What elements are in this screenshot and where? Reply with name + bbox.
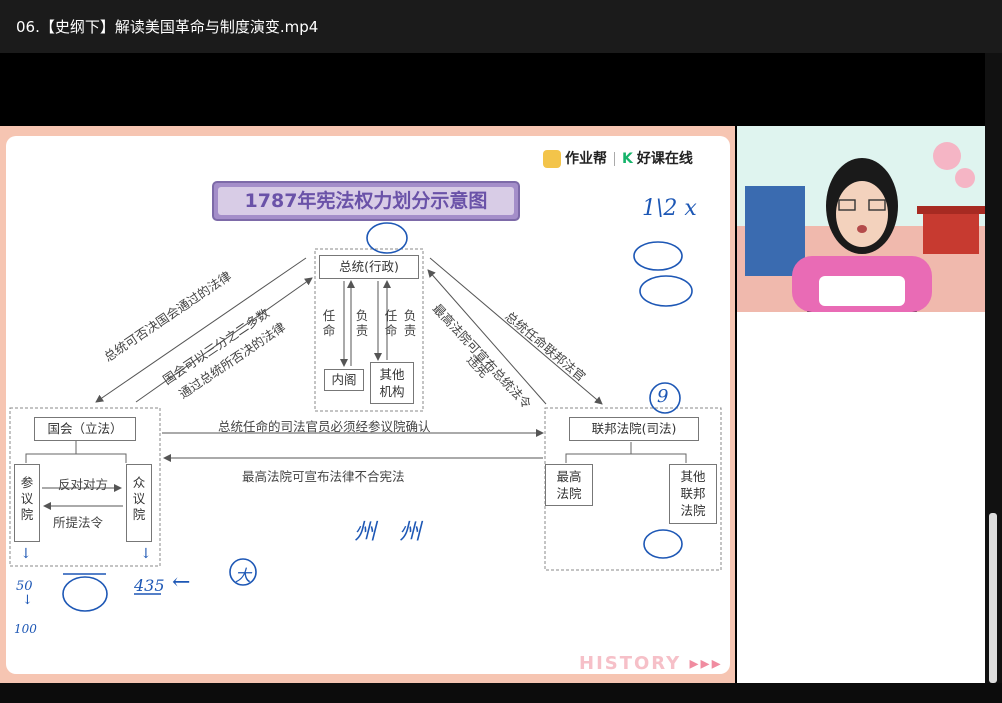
side-panel	[737, 312, 985, 683]
history-watermark-text: HISTORY	[579, 653, 682, 674]
slide-title-plate: 1787年宪法权力划分示意图	[212, 181, 520, 221]
presenter-camera	[737, 126, 985, 312]
video-frame[interactable]: 作业帮 K 好课在线 1787年宪法权力划分示意图 总统(行政) 任命 负责 任命 …	[0, 126, 735, 683]
handwritten-arrow-2: ↓	[140, 546, 152, 562]
handwritten-435: 435	[134, 576, 165, 595]
presenter-illustration	[737, 126, 985, 312]
handwritten-50: 50	[16, 579, 33, 594]
congress-box: 国会（立法）	[34, 417, 136, 441]
slide: 作业帮 K 好课在线 1787年宪法权力划分示意图 总统(行政) 任命 负责 任命 …	[6, 136, 730, 674]
president-box: 总统(行政)	[319, 255, 419, 279]
handwritten-nine: 9	[657, 386, 669, 407]
federal-court-box: 联邦法院(司法)	[569, 417, 699, 441]
handwritten-ratio: 1\2 x	[642, 196, 697, 221]
other-agencies-box: 其他机构	[370, 362, 414, 404]
brand-bar: 作业帮 K 好课在线	[543, 148, 693, 168]
scrollbar[interactable]	[985, 53, 1002, 683]
oppose-label: 反对对方	[58, 477, 109, 492]
cabinet-box: 内阁	[324, 369, 364, 391]
responsible-label-1: 负责	[355, 308, 369, 338]
watermark-arrows-icon: ▸▸▸	[689, 653, 723, 674]
handwritten-100: 100	[14, 622, 37, 636]
handwritten-left-arrow: ←	[172, 570, 191, 595]
propose-label: 所提法令	[53, 515, 104, 530]
appoint-label-2: 任命	[384, 308, 398, 338]
senate-confirm-label: 总统任命的司法官员必须经参议院确认	[218, 419, 431, 434]
slide-title: 1787年宪法权力划分示意图	[218, 187, 514, 215]
responsible-label-2: 负责	[403, 308, 417, 338]
handwritten-arrow-1: ↓	[20, 546, 32, 562]
handwritten-state: 州 州	[354, 520, 429, 545]
brand-zuoyebang: 作业帮	[565, 151, 607, 167]
supreme-court-box: 最高法院	[545, 464, 593, 506]
scrollbar-thumb[interactable]	[989, 513, 997, 683]
handwritten-big: 大	[235, 566, 252, 585]
video-title: 06.【史纲下】解读美国革命与制度演变.mp4	[16, 18, 319, 36]
player-bottom-bar	[0, 683, 1002, 703]
house-box: 众议院	[126, 464, 152, 542]
court-vs-law-label: 最高法院可宣布法律不合宪法	[242, 469, 405, 484]
appoint-label-1: 任命	[322, 308, 336, 338]
title-bar: 06.【史纲下】解读美国革命与制度演变.mp4	[0, 0, 1002, 53]
history-watermark: HISTORY ▸▸▸	[579, 653, 723, 674]
haoke-logo-icon: K	[622, 151, 633, 167]
brand-divider	[614, 152, 615, 166]
handwritten-arrow-3: ↓	[22, 593, 33, 608]
zuoyebang-logo-icon	[543, 150, 561, 168]
brand-haoke: 好课在线	[636, 151, 693, 167]
other-courts-box: 其他联邦法院	[669, 464, 717, 524]
senate-box: 参议院	[14, 464, 40, 542]
